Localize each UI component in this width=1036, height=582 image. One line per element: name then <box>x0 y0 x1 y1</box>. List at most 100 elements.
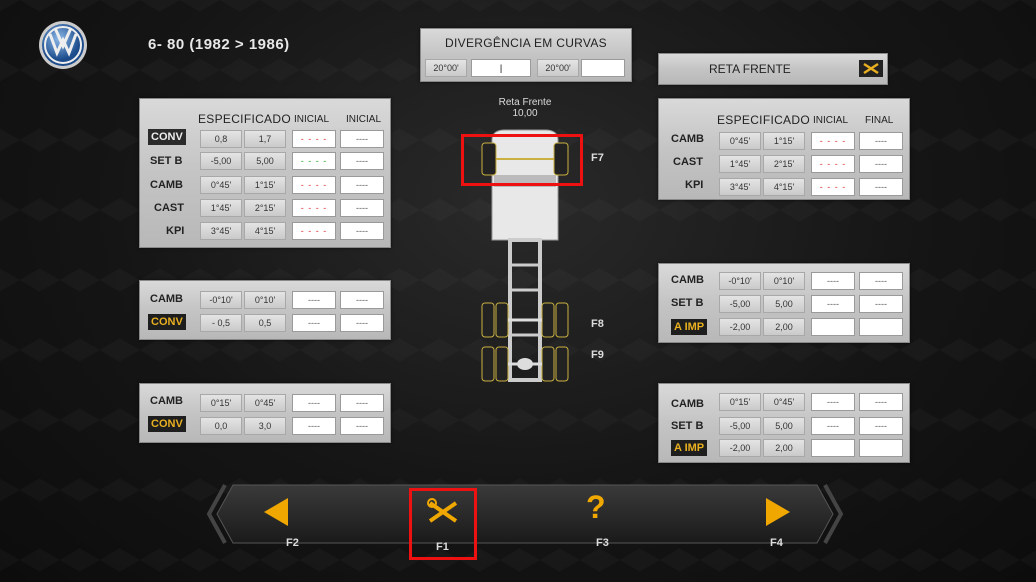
left-front-initial-a[interactable]: - - - - <box>292 130 336 148</box>
left-front-min: 0,8 <box>200 130 242 148</box>
right-front-final[interactable]: ---- <box>859 132 903 150</box>
left-front-min: 3°45' <box>200 222 242 240</box>
right-mid-final[interactable] <box>859 318 903 336</box>
left-front-initial-b[interactable]: ---- <box>340 199 384 217</box>
right-mid-final[interactable]: ---- <box>859 272 903 290</box>
left-front-min: -5,00 <box>200 152 242 170</box>
right-front-min: 0°45' <box>719 132 761 150</box>
left-front-initial-b[interactable]: ---- <box>340 222 384 240</box>
right-mid-initial[interactable]: ---- <box>811 272 855 290</box>
left-mid-row-label: CAMB <box>150 293 183 305</box>
left-front-initial-a[interactable]: - - - - <box>292 176 336 194</box>
right-front-final[interactable]: ---- <box>859 155 903 173</box>
left-bottom-max: 3,0 <box>244 417 286 435</box>
left-mid-row-label[interactable]: CONV <box>148 314 186 330</box>
right-front-panel: ESPECIFICADO INICIAL FINAL CAMB 0°45' 1°… <box>658 98 910 200</box>
left-mid-initial-a[interactable]: ---- <box>292 291 336 309</box>
right-bottom-initial[interactable]: ---- <box>811 417 855 435</box>
right-mid-initial[interactable]: ---- <box>811 295 855 313</box>
left-front-max: 1°15' <box>244 176 286 194</box>
left-bottom-max: 0°45' <box>244 394 286 412</box>
right-front-min: 3°45' <box>719 178 761 196</box>
right-bottom-max: 2,00 <box>763 439 805 457</box>
divergence-left-input[interactable]: | <box>471 59 531 77</box>
right-mid-panel: CAMB -0°10' 0°10' ---- ---- SET B -5,00 … <box>658 263 910 343</box>
front-axle-highlight[interactable] <box>461 134 583 186</box>
right-front-header-spec: ESPECIFICADO <box>717 113 810 127</box>
wrench-screwdriver-icon <box>427 498 458 523</box>
left-mid-max: 0°10' <box>244 291 286 309</box>
left-front-initial-b[interactable]: ---- <box>340 130 384 148</box>
right-bottom-min: -2,00 <box>719 439 761 457</box>
right-mid-max: 2,00 <box>763 318 805 336</box>
right-mid-row-label: CAMB <box>671 274 704 286</box>
help-button[interactable]: ? F3 <box>580 489 620 550</box>
right-front-header-initial: INICIAL <box>813 115 849 126</box>
divergence-title: DIVERGÊNCIA EM CURVAS <box>445 36 607 50</box>
right-mid-initial[interactable] <box>811 318 855 336</box>
tools-button[interactable]: F1 <box>409 488 477 560</box>
left-front-max: 4°15' <box>244 222 286 240</box>
right-front-final[interactable]: ---- <box>859 178 903 196</box>
right-bottom-min: -5,00 <box>719 417 761 435</box>
divergence-right-input[interactable] <box>581 59 625 77</box>
left-mid-min: - 0,5 <box>200 314 242 332</box>
left-bottom-initial-b[interactable]: ---- <box>340 394 384 412</box>
left-bottom-initial-b[interactable]: ---- <box>340 417 384 435</box>
left-front-header-initial-b: INICIAL <box>346 114 382 125</box>
left-bottom-initial-a[interactable]: ---- <box>292 417 336 435</box>
back-button[interactable]: F2 <box>256 495 299 550</box>
left-bottom-row-label: CAMB <box>150 395 183 407</box>
right-bottom-row-label: CAMB <box>671 398 704 410</box>
left-bottom-min: 0,0 <box>200 417 242 435</box>
left-front-max: 1,7 <box>244 130 286 148</box>
left-front-header-spec: ESPECIFICADO <box>198 112 291 126</box>
left-front-row-label: KPI <box>166 225 185 237</box>
f9-axle-label: F9 <box>591 349 604 361</box>
arrow-left-icon <box>264 498 288 526</box>
left-front-initial-a[interactable]: - - - - <box>292 199 336 217</box>
right-front-row-label: CAST <box>673 156 703 168</box>
right-front-initial[interactable]: - - - - <box>811 132 855 150</box>
right-mid-final[interactable]: ---- <box>859 295 903 313</box>
right-front-initial[interactable]: - - - - <box>811 178 855 196</box>
divergence-panel: DIVERGÊNCIA EM CURVAS 20°00' | 20°00' <box>420 28 632 82</box>
left-mid-initial-b[interactable]: ---- <box>340 314 384 332</box>
right-bottom-row-label[interactable]: A IMP <box>671 440 708 456</box>
left-front-min: 0°45' <box>200 176 242 194</box>
left-bottom-row-label[interactable]: CONV <box>148 416 186 432</box>
arrow-right-icon <box>766 498 790 526</box>
right-front-initial[interactable]: - - - - <box>811 155 855 173</box>
back-button-key: F2 <box>286 537 299 549</box>
right-bottom-final[interactable] <box>859 439 903 457</box>
alignment-screen: 6- 80 (1982 > 1986) DIVERGÊNCIA EM CURVA… <box>0 0 1036 582</box>
left-front-initial-a[interactable]: - - - - <box>292 152 336 170</box>
right-bottom-initial[interactable] <box>811 439 855 457</box>
right-bottom-initial[interactable]: ---- <box>811 393 855 411</box>
left-front-initial-b[interactable]: ---- <box>340 176 384 194</box>
right-front-row-label: CAMB <box>671 133 704 145</box>
left-mid-max: 0,5 <box>244 314 286 332</box>
left-bottom-initial-a[interactable]: ---- <box>292 394 336 412</box>
left-mid-initial-b[interactable]: ---- <box>340 291 384 309</box>
right-mid-min: -2,00 <box>719 318 761 336</box>
vehicle-model-title: 6- 80 (1982 > 1986) <box>148 36 290 53</box>
right-mid-max: 0°10' <box>763 272 805 290</box>
next-button[interactable]: F4 <box>760 495 800 550</box>
left-front-initial-a[interactable]: - - - - <box>292 222 336 240</box>
left-mid-initial-a[interactable]: ---- <box>292 314 336 332</box>
right-mid-row-label[interactable]: A IMP <box>671 319 708 335</box>
left-front-row-label[interactable]: CONV <box>148 129 186 145</box>
right-bottom-final[interactable]: ---- <box>859 417 903 435</box>
tools-button-key: F1 <box>436 541 449 553</box>
left-front-initial-b[interactable]: ---- <box>340 152 384 170</box>
right-bottom-panel: CAMB 0°15' 0°45' ---- ---- SET B -5,00 5… <box>658 383 910 463</box>
left-front-panel: ESPECIFICADO INICIAL INICIAL CONV 0,8 1,… <box>139 98 391 248</box>
right-bottom-max: 0°45' <box>763 393 805 411</box>
reta-frente-button[interactable]: RETA FRENTE <box>658 53 888 85</box>
left-front-header-initial-a: INICIAL <box>294 114 330 125</box>
f7-axle-label: F7 <box>591 152 604 164</box>
right-bottom-final[interactable]: ---- <box>859 393 903 411</box>
help-button-key: F3 <box>596 537 609 549</box>
right-mid-min: -5,00 <box>719 295 761 313</box>
